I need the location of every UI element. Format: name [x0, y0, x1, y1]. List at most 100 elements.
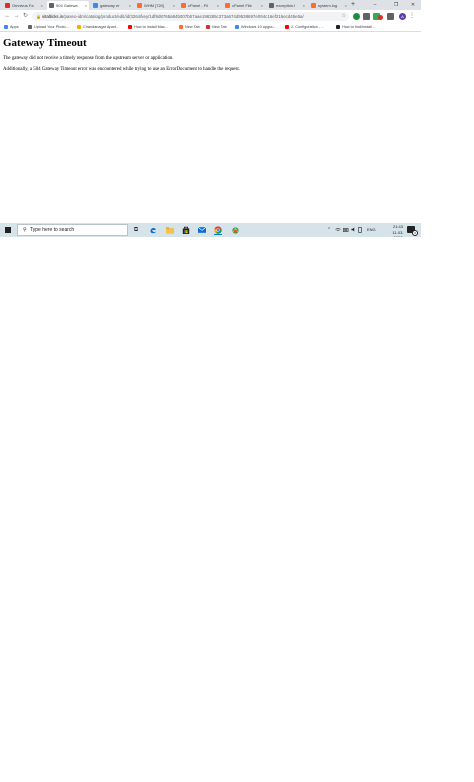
github-icon [336, 25, 340, 29]
bookmark-label: Windows 10 upgra... [241, 25, 276, 29]
mobile-sync-icon[interactable] [358, 223, 362, 237]
tab-3[interactable]: WHM [720] × [135, 1, 177, 10]
active-app-indicator [214, 234, 222, 235]
tab-close-icon[interactable]: × [217, 3, 219, 8]
url-text[interactable]: vitalticks.in/paseo-idm/catalog/product/… [42, 12, 336, 21]
tab-favicon-icon [5, 3, 10, 8]
tab-label: cPanel File [232, 3, 252, 8]
bookmark-item[interactable]: How to install Mac... [128, 23, 168, 31]
lock-icon[interactable]: 🔒 [36, 12, 41, 21]
address-bar[interactable]: 🔒 vitalticks.in/paseo-idm/catalog/produc… [32, 12, 349, 21]
bookmark-item[interactable]: Chandanagar Apart... [77, 23, 119, 31]
bookmark-item[interactable]: How to find/install... [336, 23, 375, 31]
tab-favicon-icon [137, 3, 142, 8]
tab-close-icon[interactable]: × [173, 3, 175, 8]
browser-menu-icon[interactable]: ⋮ [409, 12, 415, 21]
bookmark-label: New Tab [185, 25, 200, 29]
chrome-icon[interactable] [213, 225, 223, 235]
tab-close-icon[interactable]: × [85, 3, 87, 8]
volume-icon[interactable] [351, 223, 356, 237]
tray-chevron-icon[interactable]: ⌃ [327, 223, 331, 237]
tab-close-icon[interactable]: × [303, 3, 305, 8]
screenshot: Omnivus Fa × 504 Gatewa × gateway er × W… [0, 0, 421, 237]
maximize-button[interactable]: ❐ [389, 0, 403, 10]
tab-5[interactable]: cPanel File × [223, 1, 265, 10]
tab-favicon-icon [93, 3, 98, 8]
action-center-icon[interactable]: 3 [407, 226, 418, 236]
back-button[interactable]: ← [3, 12, 12, 21]
bookmark-label: Apps [10, 25, 19, 29]
browser-toolbar: ← → ↻ 🔒 vitalticks.in/paseo-idm/catalog/… [0, 10, 421, 23]
tab-6[interactable]: exception.l × [267, 1, 307, 10]
forward-button[interactable]: → [12, 12, 21, 21]
tab-close-icon[interactable]: × [261, 3, 263, 8]
cpanel-icon [179, 25, 183, 29]
taskbar-clock[interactable]: 21:43 11-03-2020 [388, 224, 408, 237]
apps-grid-icon [4, 25, 8, 29]
extension-icon-1[interactable] [363, 13, 370, 20]
task-view-icon[interactable]: ⧉ [131, 225, 141, 235]
extension-icon-4[interactable] [387, 13, 394, 20]
network-icon[interactable] [335, 223, 341, 237]
bookmark-item[interactable]: Upload Your Photo... [28, 23, 69, 31]
tab-strip: Omnivus Fa × 504 Gatewa × gateway er × W… [0, 0, 421, 10]
taskbar-search-box[interactable]: ⚲ Type here to search [17, 224, 128, 236]
file-explorer-icon[interactable] [165, 225, 175, 235]
tab-label: exception.l [276, 3, 296, 8]
page-title: Gateway Timeout [3, 37, 87, 49]
extension-icon-0[interactable] [353, 13, 360, 20]
tab-label: cPanel - Fil [188, 3, 209, 8]
tab-label: Omnivus Fa [12, 3, 34, 8]
url-host: vitalticks.in [42, 14, 64, 19]
document-icon [28, 25, 32, 29]
tab-4[interactable]: cPanel - Fil × [179, 1, 221, 10]
windows-icon [235, 25, 239, 29]
tab-favicon-icon [269, 3, 274, 8]
tab-close-icon[interactable]: × [345, 3, 347, 8]
tab-1-active[interactable]: 504 Gatewa × [47, 1, 89, 10]
tab-label: WHM [720] [144, 3, 165, 8]
tab-7[interactable]: system.log × [309, 1, 349, 10]
youtube-icon [285, 25, 289, 29]
bookmark-item[interactable]: New Tab [179, 23, 200, 31]
minimize-button[interactable]: – [368, 0, 382, 10]
language-indicator[interactable]: ENG [367, 223, 376, 237]
bookmark-star-icon[interactable]: ☆ [342, 12, 346, 21]
reload-button[interactable]: ↻ [21, 12, 30, 21]
tab-favicon-icon [181, 3, 186, 8]
tab-close-icon[interactable]: × [129, 3, 131, 8]
profile-avatar[interactable]: A [399, 13, 406, 20]
youtube-icon [128, 25, 132, 29]
close-window-button[interactable]: ✕ [406, 0, 420, 10]
bookmark-label: 2. Configuration - ... [291, 25, 325, 29]
tab-close-icon[interactable]: × [41, 3, 43, 8]
windows-logo-icon [5, 227, 11, 233]
bookmark-item[interactable]: Windows 10 upgra... [235, 23, 276, 31]
pinned-app-icon[interactable] [230, 225, 240, 235]
bookmark-apps[interactable]: Apps [4, 23, 19, 31]
tab-0[interactable]: Omnivus Fa × [3, 1, 45, 10]
windows-taskbar: ⚲ Type here to search ⧉ ⌃ ENG 21:43 11-0… [0, 223, 421, 237]
search-icon: ⚲ [23, 227, 27, 233]
store-icon[interactable] [181, 225, 191, 235]
extension-icon-3[interactable] [378, 15, 383, 20]
page-content: Gateway Timeout The gateway did not rece… [0, 32, 421, 223]
error-message: The gateway did not receive a timely res… [3, 56, 174, 61]
tab-2[interactable]: gateway er × [91, 1, 133, 10]
site-icon [77, 25, 81, 29]
bookmark-item[interactable]: 2. Configuration - ... [285, 23, 324, 31]
tab-label: gateway er [100, 3, 120, 8]
edge-browser-icon[interactable] [148, 225, 158, 235]
new-tab-button[interactable]: + [351, 1, 355, 9]
tab-favicon-icon [225, 3, 230, 8]
bookmark-item[interactable]: New Tab [206, 23, 227, 31]
mail-icon[interactable] [197, 225, 207, 235]
url-path: /paseo-idm/catalog/product/edit/id/3264/… [63, 14, 304, 19]
gmail-icon [206, 25, 210, 29]
bookmarks-bar: Apps Upload Your Photo... Chandanagar Ap… [0, 23, 421, 32]
tab-label: 504 Gatewa [56, 3, 78, 8]
start-button[interactable] [0, 223, 16, 237]
tab-label: system.log [318, 3, 338, 8]
bookmark-label: Chandanagar Apart... [83, 25, 120, 29]
battery-icon[interactable] [343, 223, 349, 237]
